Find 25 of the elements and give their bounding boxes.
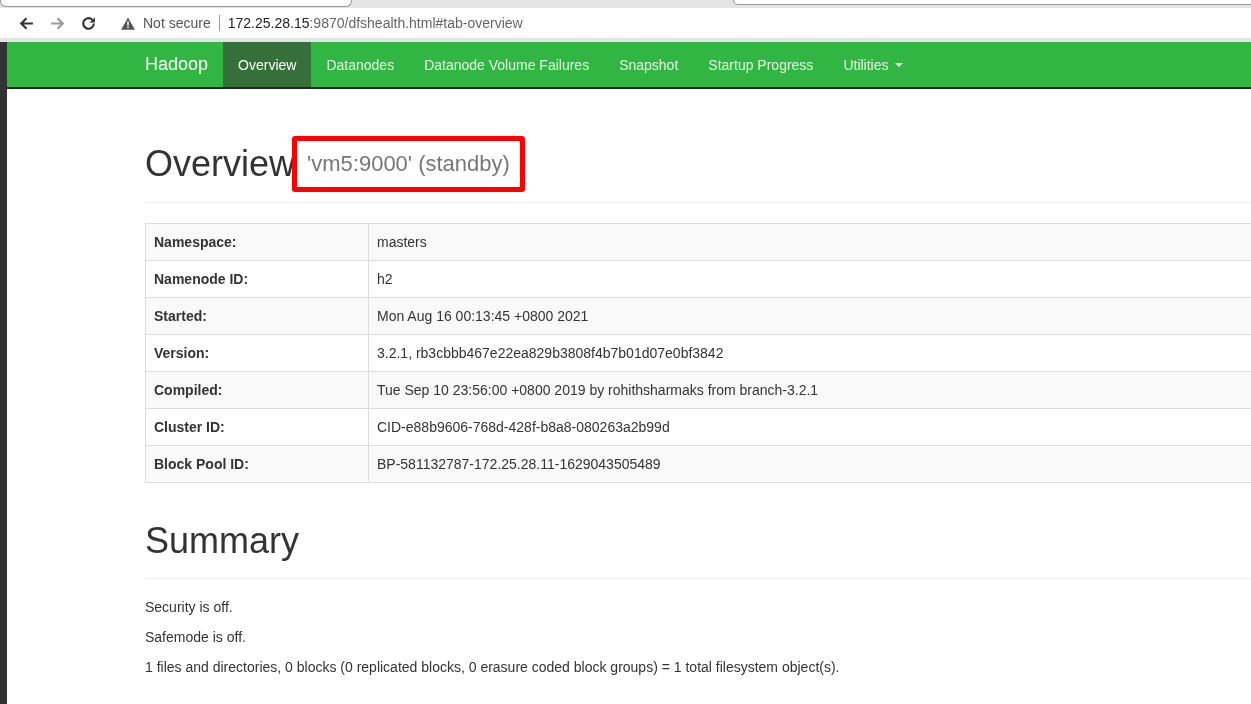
table-cell: Namenode ID: [145,260,369,298]
summary-text: Safemode is off. [145,629,247,645]
namenode-subtitle: 'vm5:9000' (standby) [292,136,525,192]
security-label: Not secure [143,15,211,31]
table-cell: masters [368,223,1251,261]
summary-text: 1 files and directories, 0 blocks (0 replicated blocks, 0 erasure coded block groups) = 1 total filesystem object(s). [145,659,841,675]
table-cell: Cluster ID: [145,408,369,446]
nav-tab[interactable]: Datanodes [311,42,410,87]
url-text: 172.25.28.15:9870/dfshealth.html#tab-overview [227,15,523,31]
summary-text: Security is off. [145,599,234,615]
table-cell: Compiled: [145,371,369,409]
reload-icon[interactable] [80,14,97,32]
table-cell: Version: [145,334,369,372]
table-cell: Namespace: [145,223,369,261]
nav-tab[interactable]: Utilities [828,42,918,87]
brand[interactable]: Hadoop [138,42,224,87]
nav-tab[interactable]: Overview [223,42,312,87]
nav-tab[interactable]: Startup Progress [693,42,829,87]
warning-icon [121,16,135,30]
caret-icon [894,62,903,67]
table-cell: Started: [145,297,369,335]
table-cell: Block Pool ID: [145,445,369,483]
nav-tab[interactable]: Datanode Volume Failures [409,42,605,87]
section-title: Summary [145,521,1251,579]
nav-tab[interactable]: Snapshot [604,42,694,87]
